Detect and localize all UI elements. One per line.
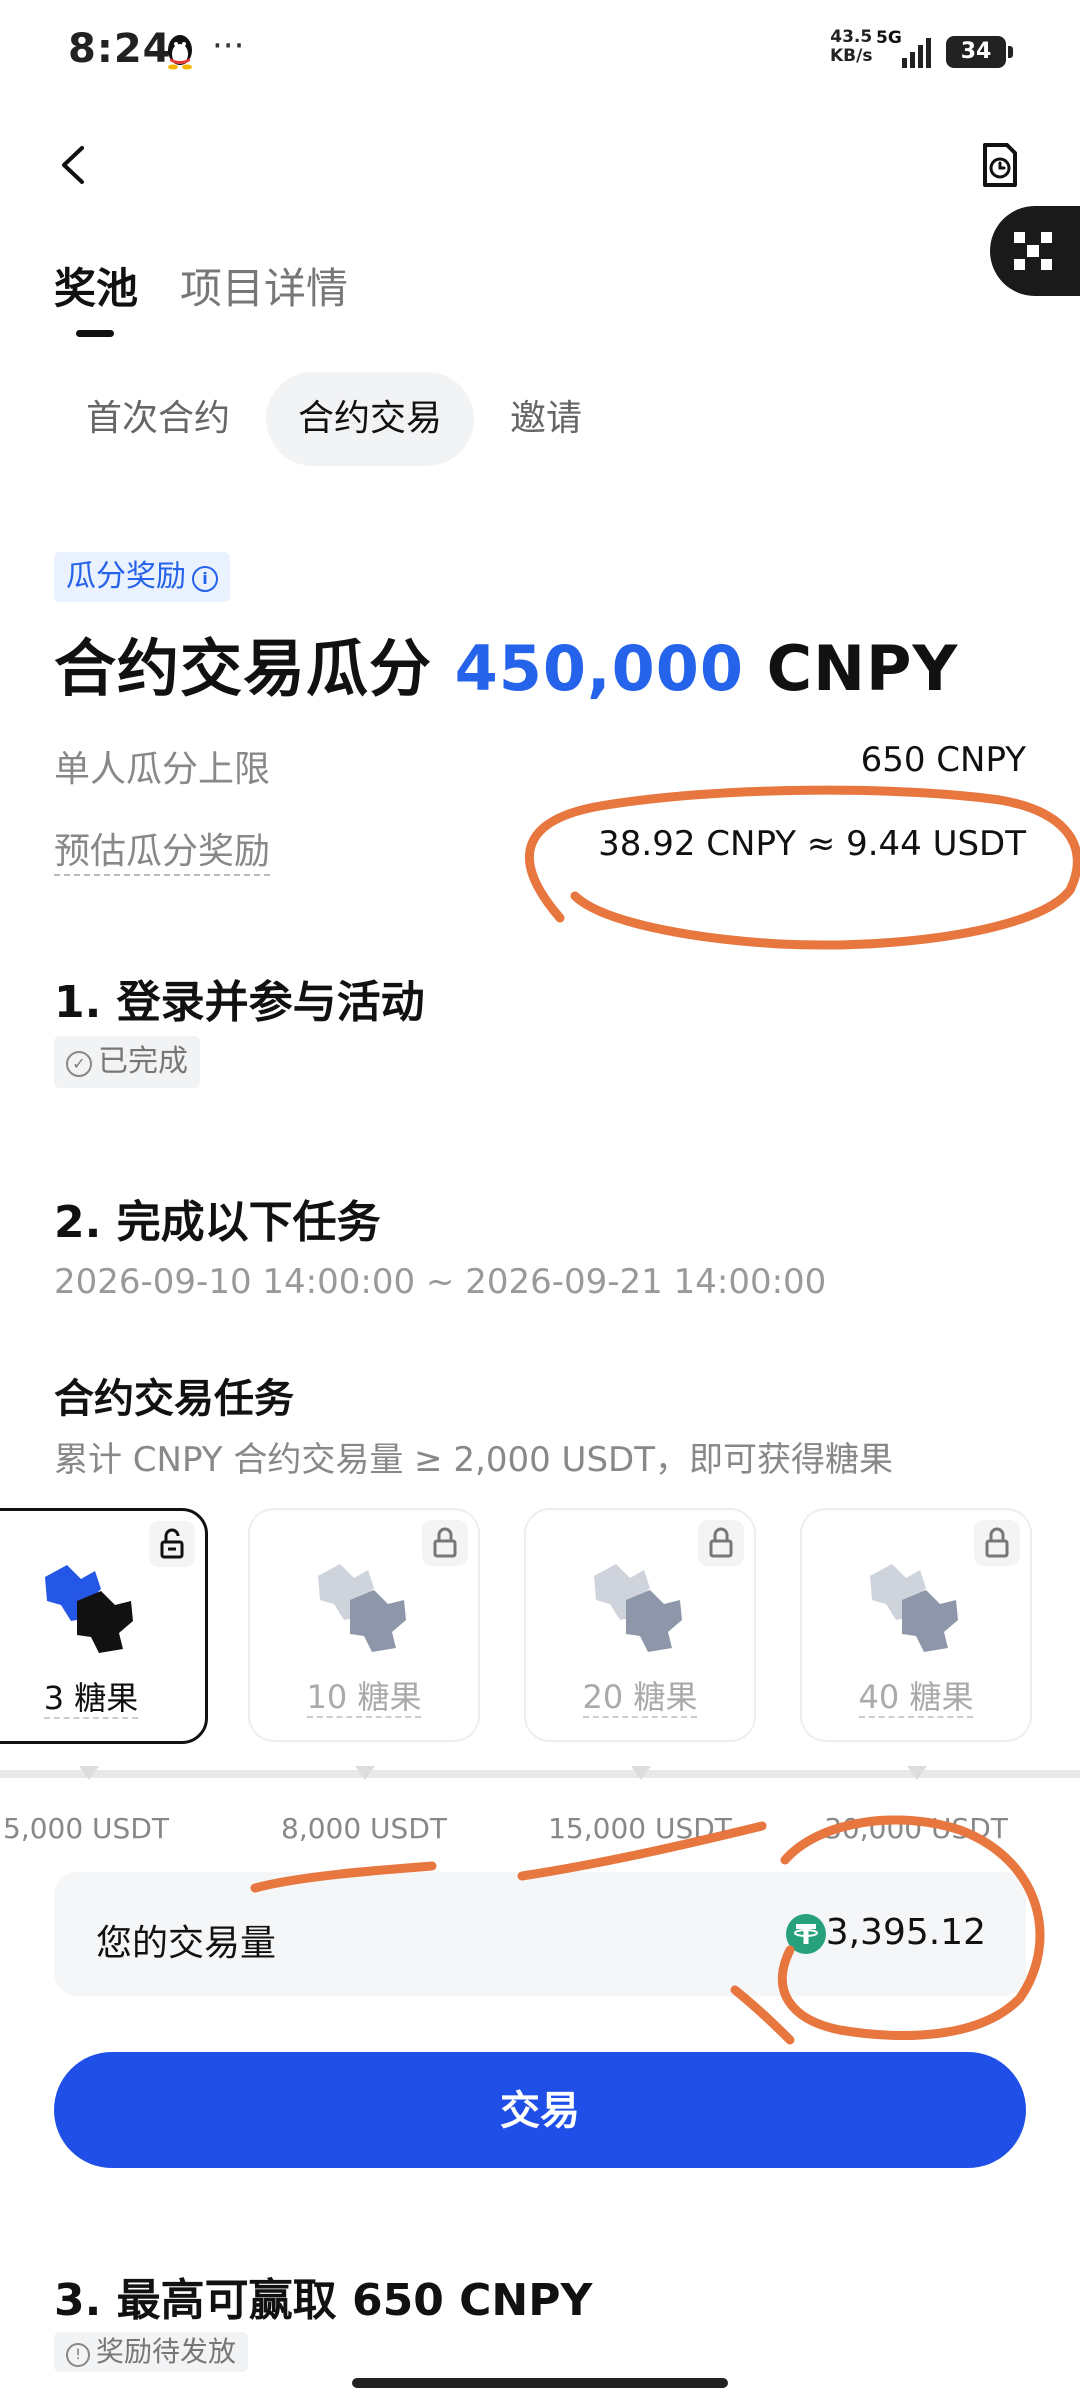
tier-label: 10 糖果 xyxy=(306,1678,422,1718)
check-circle-icon: ✓ xyxy=(66,1051,92,1077)
active-tab-indicator xyxy=(76,330,114,337)
signal-icon xyxy=(902,38,931,68)
trade-button[interactable]: 交易 xyxy=(54,2052,1026,2168)
net-speed: 43.5 KB/s xyxy=(830,27,873,66)
estimate-value: 38.92 CNPY ≈ 9.44 USDT xyxy=(598,824,1026,864)
lock-icon xyxy=(974,1520,1020,1566)
step2-title: 2. 完成以下任务 xyxy=(54,1197,381,1248)
cap-label: 单人瓜分上限 xyxy=(54,749,271,790)
qq-penguin-icon xyxy=(168,35,192,70)
track-tick xyxy=(631,1766,651,1780)
track-tick xyxy=(355,1766,375,1780)
back-chevron-icon[interactable] xyxy=(50,140,100,190)
lock-icon xyxy=(422,1520,468,1566)
tier-card[interactable]: 10 糖果 xyxy=(248,1508,480,1742)
tier-label: 40 糖果 xyxy=(858,1678,974,1718)
status-bar: 8:24 ··· 43.5 KB/s 5G 34 xyxy=(0,0,1080,100)
track-tick xyxy=(907,1766,927,1780)
tier-threshold: 5,000 USDT xyxy=(3,1812,169,1845)
estimate-label[interactable]: 预估瓜分奖励 xyxy=(54,822,271,876)
tether-icon xyxy=(786,1914,826,1954)
tier-card[interactable]: 20 糖果 xyxy=(524,1508,756,1742)
history-icon[interactable] xyxy=(975,140,1025,190)
tier-label: 3 糖果 xyxy=(43,1679,139,1719)
reward-badge[interactable]: 瓜分奖励 i xyxy=(54,552,230,602)
candy-icon xyxy=(870,1564,958,1652)
lock-icon xyxy=(698,1520,744,1566)
candy-icon xyxy=(594,1564,682,1652)
tier-card[interactable]: 40 糖果 xyxy=(800,1508,1032,1742)
task-description: 累计 CNPY 合约交易量 ≥ 2,000 USDT，即可获得糖果 xyxy=(54,1440,893,1480)
step3-status-badge: ! 奖励待发放 xyxy=(54,2332,249,2372)
status-time: 8:24 xyxy=(68,26,172,72)
battery-icon: 34 xyxy=(946,36,1013,68)
pending-icon: ! xyxy=(66,2343,90,2367)
cap-value: 650 CNPY xyxy=(860,740,1026,780)
candy-icon xyxy=(318,1564,406,1652)
pool-amount: 450,000 xyxy=(454,632,744,705)
subtab-invite[interactable]: 邀请 xyxy=(510,372,582,466)
reward-headline: 合约交易瓜分 450,000 CNPY xyxy=(54,632,959,705)
tier-card[interactable]: 3 糖果 xyxy=(0,1508,208,1744)
unlock-icon xyxy=(149,1521,195,1567)
subtab-contract-trading[interactable]: 合约交易 xyxy=(266,372,475,466)
floating-widget-button[interactable] xyxy=(990,206,1080,296)
tier-threshold: 8,000 USDT xyxy=(281,1812,447,1845)
tab-prize-pool[interactable]: 奖池 xyxy=(54,255,138,316)
tier-label: 20 糖果 xyxy=(582,1678,698,1718)
step1-title: 1. 登录并参与活动 xyxy=(54,977,425,1028)
task-title: 合约交易任务 xyxy=(54,1376,294,1422)
status-more-dots: ··· xyxy=(212,26,245,66)
volume-value: 3,395.12 xyxy=(825,1912,986,1953)
tier-threshold: 15,000 USDT xyxy=(548,1812,732,1845)
info-icon: i xyxy=(192,566,218,592)
volume-label: 您的交易量 xyxy=(96,1923,277,1964)
tier-threshold: 30,000 USDT xyxy=(824,1812,1008,1845)
subtab-first-contract[interactable]: 首次合约 xyxy=(86,372,230,466)
grid-x-icon xyxy=(1014,232,1052,270)
step1-status-badge: ✓ 已完成 xyxy=(54,1036,200,1088)
tab-project-details[interactable]: 项目详情 xyxy=(180,255,348,316)
home-indicator[interactable] xyxy=(352,2378,728,2388)
task-date-range: 2026-09-10 14:00:00 ~ 2026-09-21 14:00:0… xyxy=(54,1262,827,1302)
candy-icon xyxy=(45,1565,133,1653)
step3-title: 3. 最高可赢取 650 CNPY xyxy=(54,2275,593,2326)
track-tick xyxy=(79,1766,99,1780)
